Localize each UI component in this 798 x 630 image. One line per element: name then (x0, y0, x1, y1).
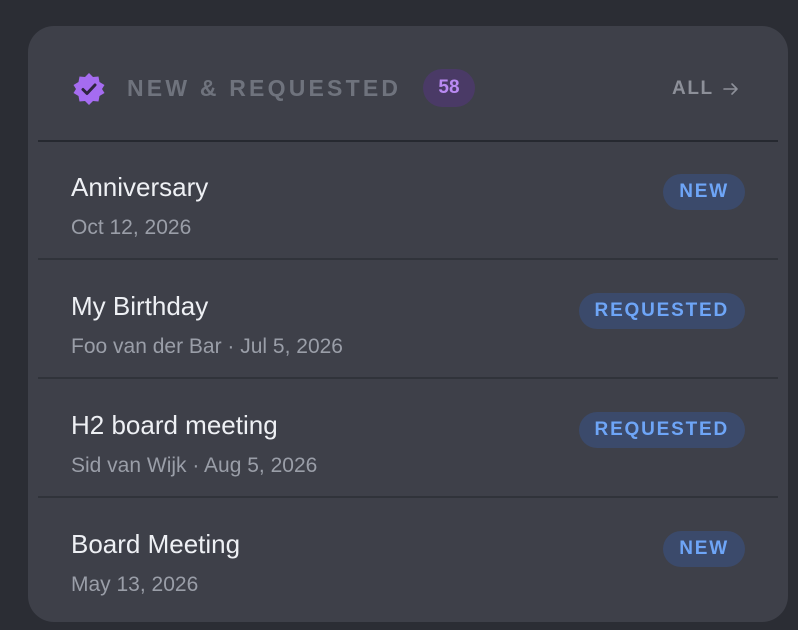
count-badge: 58 (423, 69, 475, 107)
item-title: Board Meeting (71, 529, 241, 559)
view-all-label: ALL (672, 78, 714, 99)
section-title: NEW & REQUESTED (127, 75, 402, 101)
new-requested-card: NEW & REQUESTED 58 ALL Anniversary Oct 1… (28, 26, 788, 622)
arrow-right-icon (722, 83, 738, 95)
item-subtitle: Oct 12, 2026 (71, 216, 192, 239)
row-divider (38, 258, 778, 260)
status-badge: REQUESTED (578, 412, 745, 448)
item-subtitle: Foo van der Bar · Jul 5, 2026 (71, 335, 343, 358)
list-item[interactable]: H2 board meeting Sid van Wijk · Aug 5, 2… (28, 380, 788, 498)
list-item[interactable]: Anniversary Oct 12, 2026 NEW (28, 142, 788, 260)
item-subtitle: Sid van Wijk · Aug 5, 2026 (71, 454, 318, 477)
card-header: NEW & REQUESTED 58 ALL (28, 26, 788, 142)
list-item[interactable]: My Birthday Foo van der Bar · Jul 5, 202… (28, 261, 788, 379)
item-title: H2 board meeting (71, 410, 278, 440)
item-title: My Birthday (71, 291, 209, 321)
view-all-link[interactable]: ALL (672, 78, 740, 100)
list-item[interactable]: Board Meeting May 13, 2026 NEW (28, 499, 788, 617)
status-badge: NEW (663, 531, 745, 567)
status-badge: NEW (663, 174, 745, 210)
row-divider (38, 377, 778, 379)
status-badge: REQUESTED (578, 293, 745, 329)
row-divider (38, 496, 778, 498)
verified-badge-icon (73, 73, 105, 105)
item-subtitle: May 13, 2026 (71, 573, 199, 596)
item-title: Anniversary (71, 172, 209, 202)
